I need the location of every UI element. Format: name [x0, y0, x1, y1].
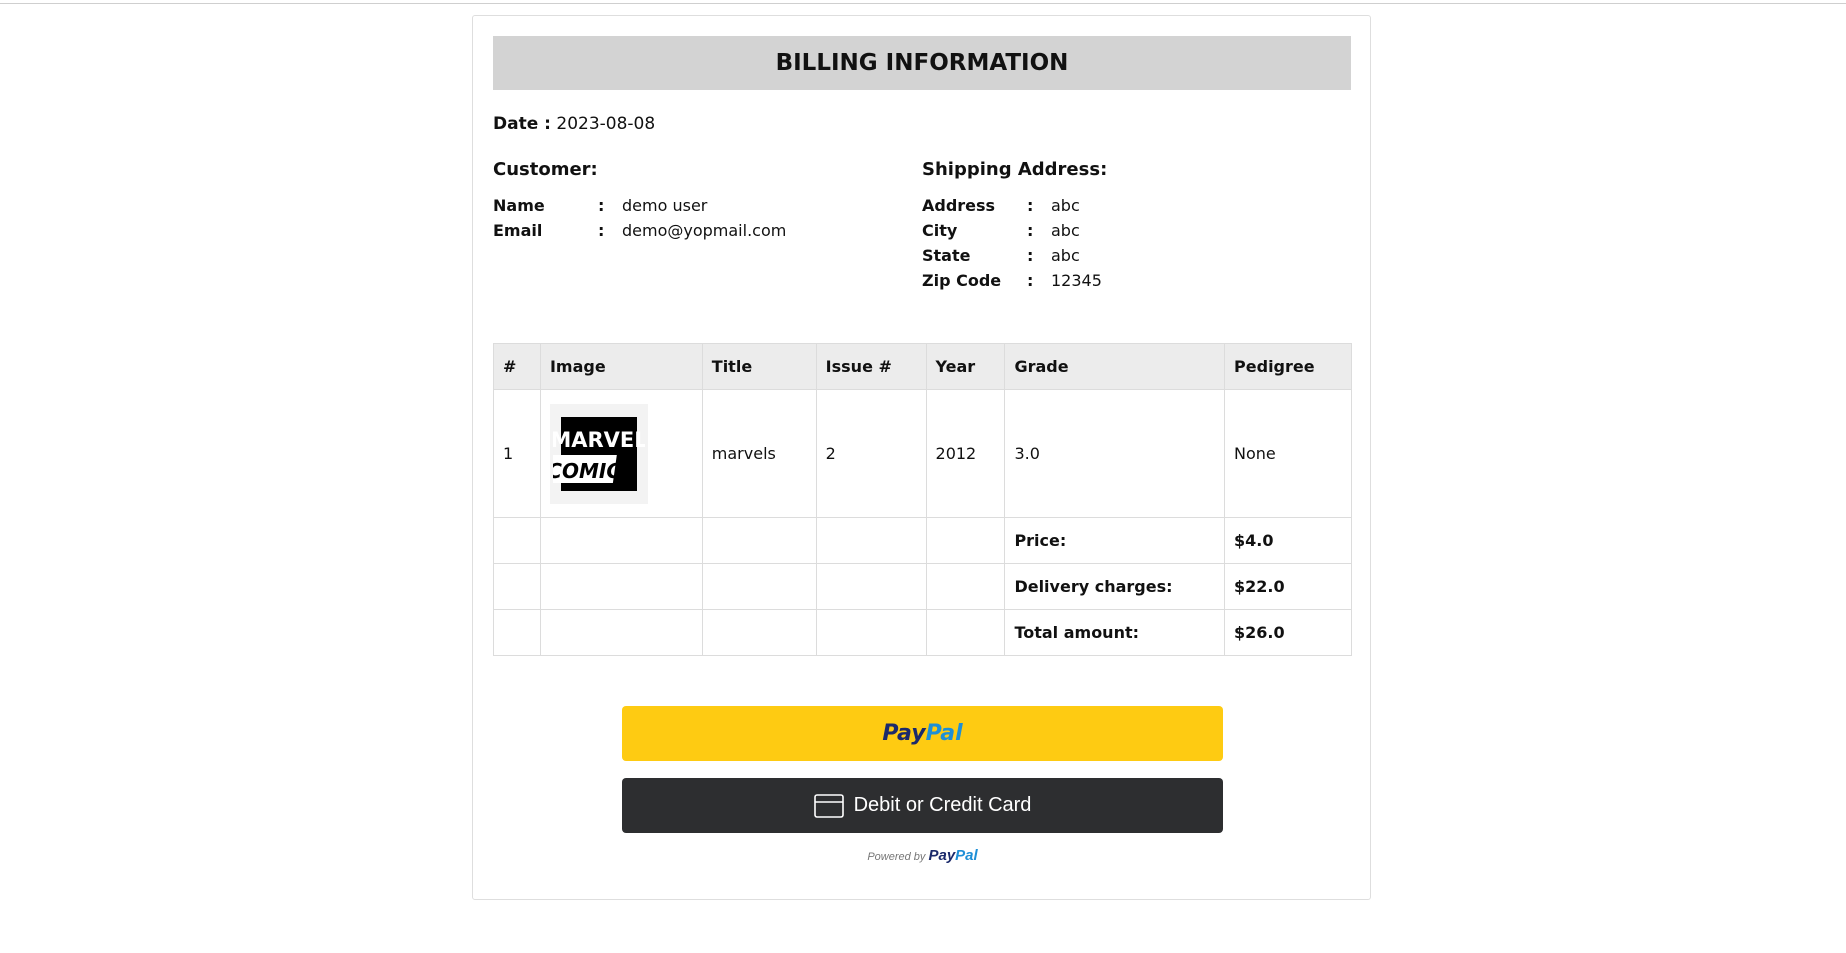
- date-label: Date :: [493, 114, 551, 134]
- delivery-label: Delivery charges:: [1004, 563, 1226, 610]
- powered-by-text: Powered by: [867, 851, 926, 863]
- column-header: Image: [539, 343, 703, 390]
- customer-email-row: Email : demo@yopmail.com: [493, 218, 786, 243]
- field-label: Email: [493, 221, 543, 240]
- grade-cell: 3.0: [1004, 389, 1226, 518]
- field-separator: :: [1027, 271, 1034, 290]
- customer-heading: Customer:: [493, 159, 598, 180]
- paypal-logo-pal: Pal: [925, 721, 963, 746]
- delivery-row: Delivery charges: $22.0: [493, 563, 1352, 610]
- shipping-city-row: City : abc: [922, 218, 1102, 243]
- field-label: Name: [493, 196, 545, 215]
- field-value: abc: [1051, 246, 1080, 265]
- column-header: Year: [925, 343, 1006, 390]
- date-value: 2023-08-08: [556, 114, 656, 134]
- delivery-value: $22.0: [1224, 563, 1352, 610]
- column-header: Pedigree: [1224, 343, 1352, 390]
- shipping-heading: Shipping Address:: [922, 159, 1108, 180]
- column-header: Grade: [1004, 343, 1226, 390]
- powered-by-logo: PayPal: [928, 847, 977, 864]
- field-label: Address: [922, 196, 996, 215]
- field-separator: :: [1027, 246, 1034, 265]
- powered-by-paypal: Powered by PayPal: [622, 847, 1223, 864]
- field-separator: :: [598, 221, 605, 240]
- marvel-comics-logo-graphic: MARVEL COMICS: [552, 416, 645, 491]
- row-number: 1: [493, 389, 541, 518]
- card-button-label: Debit or Credit Card: [853, 794, 1032, 816]
- field-value: abc: [1051, 196, 1080, 215]
- customer-details: Name : demo user Email : demo@yopmail.co…: [493, 193, 786, 243]
- price-row: Price: $4.0: [493, 517, 1352, 564]
- field-value: demo@yopmail.com: [622, 221, 787, 240]
- field-value: demo user: [622, 196, 708, 215]
- total-value: $26.0: [1224, 609, 1352, 656]
- marvel-comics-logo: MARVEL COMICS: [549, 403, 648, 504]
- shipping-address-row: Address : abc: [922, 193, 1102, 218]
- field-label: State: [922, 246, 971, 265]
- price-value: $4.0: [1224, 517, 1352, 564]
- total-row: Total amount: $26.0: [493, 609, 1352, 656]
- column-header: #: [493, 343, 541, 390]
- debit-credit-card-button[interactable]: Debit or Credit Card: [622, 778, 1223, 833]
- field-separator: :: [598, 196, 605, 215]
- billing-card: BILLING INFORMATION Date : 2023-08-08 Cu…: [472, 15, 1371, 900]
- image-cell: MARVEL COMICS: [539, 389, 703, 518]
- billing-title: BILLING INFORMATION: [493, 36, 1351, 90]
- order-items-table: # Image Title Issue # Year Grade Pedigre…: [493, 343, 1352, 656]
- field-value: abc: [1051, 221, 1080, 240]
- table-row: 1 MARVEL COMICS marvels 2 2012 3.0 None: [493, 389, 1352, 518]
- title-cell: marvels: [701, 389, 817, 518]
- shipping-state-row: State : abc: [922, 243, 1102, 268]
- column-header: Issue #: [815, 343, 927, 390]
- field-separator: :: [1027, 196, 1034, 215]
- pedigree-cell: None: [1224, 389, 1352, 518]
- shipping-zip-row: Zip Code : 12345: [922, 268, 1102, 293]
- paypal-button[interactable]: Pay Pal: [622, 706, 1223, 761]
- field-label: Zip Code: [922, 271, 1002, 290]
- column-header: Title: [701, 343, 817, 390]
- price-label: Price:: [1004, 517, 1226, 564]
- table-header-row: # Image Title Issue # Year Grade Pedigre…: [493, 343, 1352, 390]
- year-cell: 2012: [925, 389, 1006, 518]
- powered-logo-pay: Pay: [928, 847, 956, 864]
- field-value: 12345: [1051, 271, 1102, 290]
- top-divider: [0, 3, 1846, 4]
- date-row: Date : 2023-08-08: [493, 114, 655, 134]
- powered-logo-pal: Pal: [955, 847, 978, 864]
- logo-text-top: MARVEL: [553, 428, 645, 452]
- field-label: City: [922, 221, 958, 240]
- issue-cell: 2: [815, 389, 927, 518]
- shipping-details: Address : abc City : abc State : abc Zip…: [922, 193, 1102, 293]
- field-separator: :: [1027, 221, 1034, 240]
- customer-name-row: Name : demo user: [493, 193, 786, 218]
- logo-text-bottom: COMICS: [553, 459, 635, 483]
- credit-card-icon: [813, 793, 844, 818]
- paypal-logo-pay: Pay: [882, 721, 926, 746]
- total-label: Total amount:: [1004, 609, 1226, 656]
